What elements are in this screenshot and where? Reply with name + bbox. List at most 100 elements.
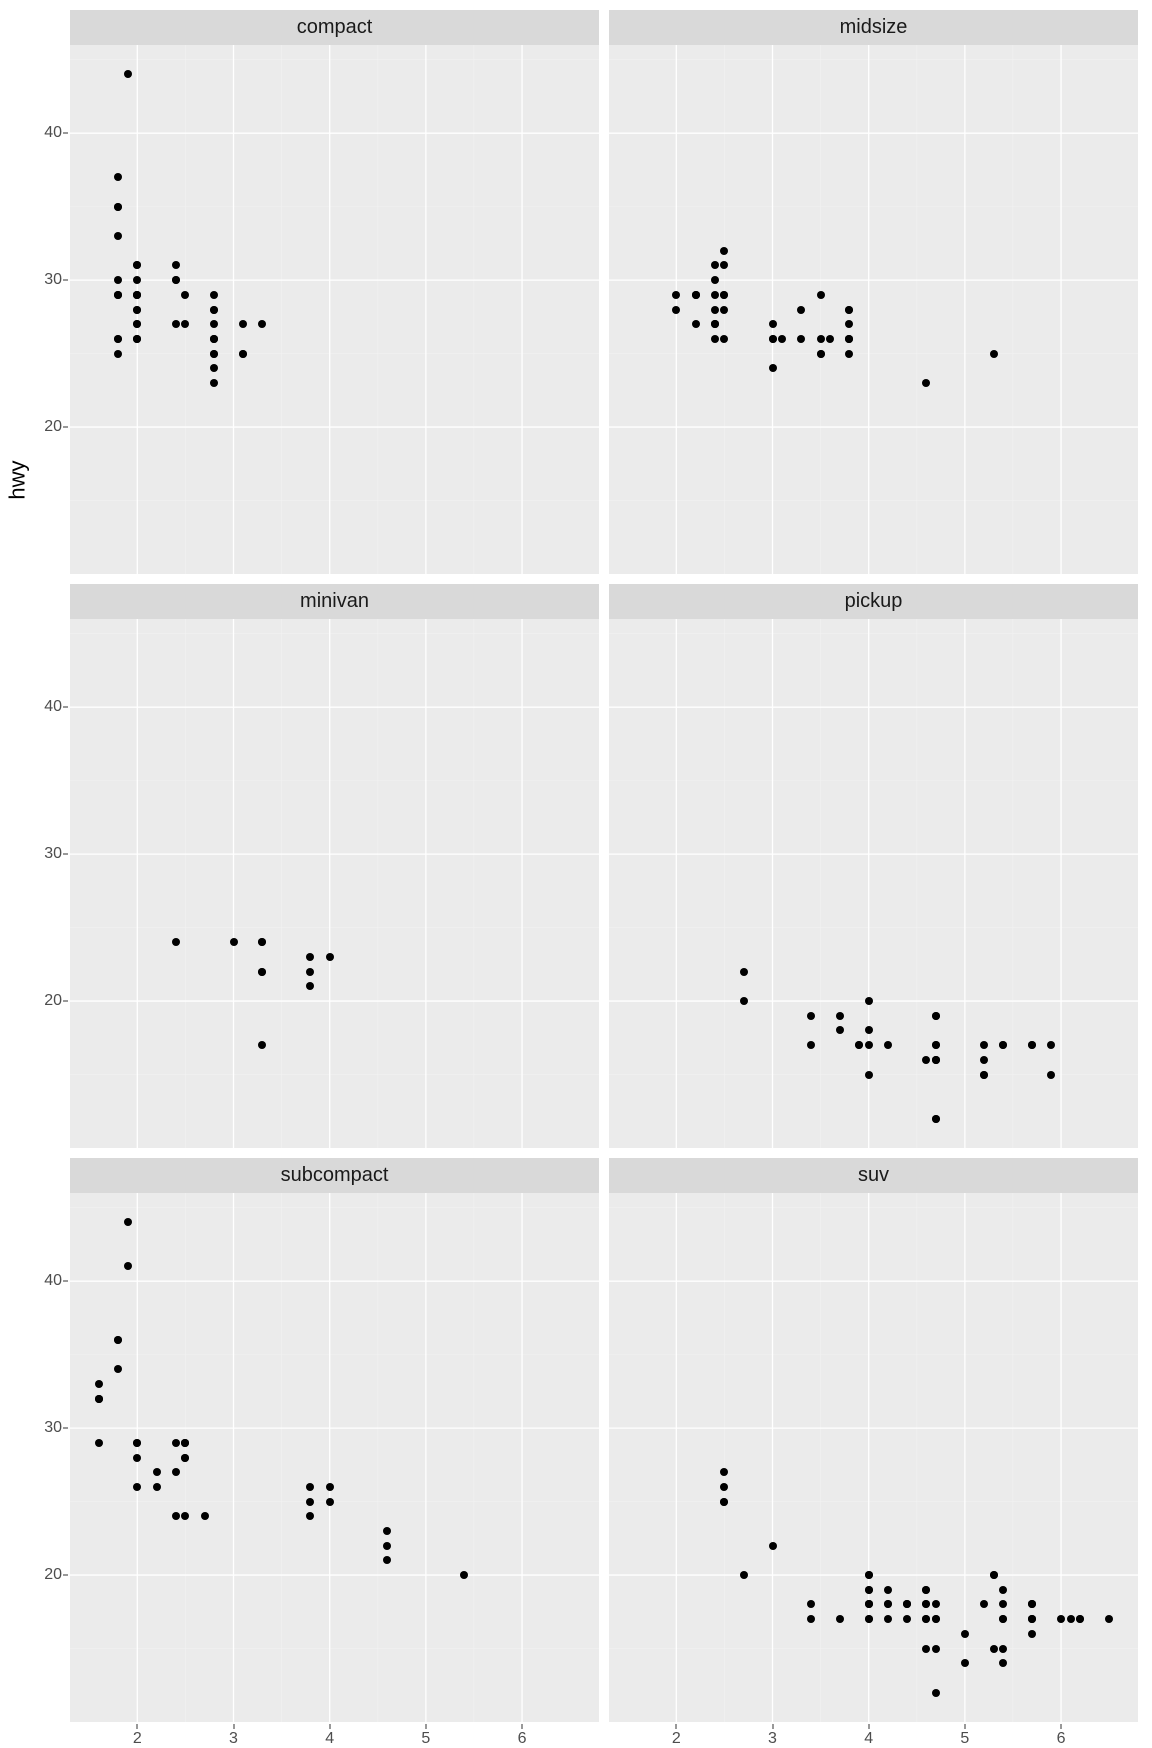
data-point xyxy=(306,1498,314,1506)
data-point xyxy=(807,1012,815,1020)
data-point xyxy=(999,1659,1007,1667)
data-point xyxy=(865,1041,873,1049)
data-point xyxy=(258,938,266,946)
y-axis-label: hwy xyxy=(6,0,30,960)
x-tick-mark xyxy=(772,1724,773,1729)
y-tick-mark xyxy=(63,280,68,281)
data-point xyxy=(181,1454,189,1462)
data-point xyxy=(210,320,218,328)
data-point xyxy=(230,938,238,946)
facet-panel: 23456 xyxy=(609,1193,1138,1722)
data-point xyxy=(817,350,825,358)
data-point xyxy=(114,232,122,240)
data-point xyxy=(845,335,853,343)
x-tick-mark xyxy=(522,1724,523,1729)
x-tick-mark xyxy=(425,1724,426,1729)
data-point xyxy=(210,306,218,314)
data-point xyxy=(258,968,266,976)
data-point xyxy=(932,1056,940,1064)
facet-compact: compact203040 xyxy=(70,10,599,574)
data-point xyxy=(865,1615,873,1623)
data-point xyxy=(711,291,719,299)
data-point xyxy=(903,1600,911,1608)
y-tick-mark xyxy=(63,707,68,708)
data-point xyxy=(114,1365,122,1373)
data-point xyxy=(181,1439,189,1447)
y-ticks: 203040 xyxy=(30,45,68,574)
y-tick-label: 40 xyxy=(44,1272,62,1290)
data-point xyxy=(720,1468,728,1476)
data-point xyxy=(999,1586,1007,1594)
data-point xyxy=(932,1615,940,1623)
data-point xyxy=(124,1262,132,1270)
data-point xyxy=(865,1586,873,1594)
data-point xyxy=(133,320,141,328)
data-point xyxy=(961,1630,969,1638)
y-tick-label: 20 xyxy=(44,418,62,436)
y-tick-label: 20 xyxy=(44,1566,62,1584)
data-point xyxy=(845,306,853,314)
facet-strip: compact xyxy=(70,10,599,45)
data-point xyxy=(932,1012,940,1020)
data-point xyxy=(210,379,218,387)
data-point xyxy=(1067,1615,1075,1623)
data-point xyxy=(740,968,748,976)
data-point xyxy=(153,1483,161,1491)
data-point xyxy=(884,1586,892,1594)
y-tick-mark xyxy=(63,1575,68,1576)
facet-minivan: minivan203040 xyxy=(70,584,599,1148)
x-tick-mark xyxy=(329,1724,330,1729)
data-point xyxy=(797,335,805,343)
data-point xyxy=(153,1468,161,1476)
data-point xyxy=(932,1041,940,1049)
points-layer xyxy=(609,45,1138,574)
x-tick-label: 2 xyxy=(133,1730,142,1748)
data-point xyxy=(124,70,132,78)
facet-subcompact: subcompact20304023456 xyxy=(70,1158,599,1722)
data-point xyxy=(922,379,930,387)
data-point xyxy=(961,1659,969,1667)
data-point xyxy=(932,1689,940,1697)
data-point xyxy=(172,1468,180,1476)
data-point xyxy=(884,1600,892,1608)
data-point xyxy=(845,350,853,358)
x-tick-label: 5 xyxy=(960,1730,969,1748)
data-point xyxy=(769,320,777,328)
data-point xyxy=(836,1615,844,1623)
data-point xyxy=(1028,1615,1036,1623)
data-point xyxy=(884,1615,892,1623)
data-point xyxy=(114,173,122,181)
data-point xyxy=(711,335,719,343)
data-point xyxy=(778,335,786,343)
data-point xyxy=(817,291,825,299)
data-point xyxy=(172,938,180,946)
data-point xyxy=(922,1645,930,1653)
y-tick-mark xyxy=(63,427,68,428)
x-tick-label: 4 xyxy=(325,1730,334,1748)
data-point xyxy=(1047,1071,1055,1079)
data-point xyxy=(172,261,180,269)
data-point xyxy=(1028,1600,1036,1608)
data-point xyxy=(692,291,700,299)
data-point xyxy=(922,1586,930,1594)
data-point xyxy=(95,1395,103,1403)
data-point xyxy=(1028,1041,1036,1049)
x-tick-label: 2 xyxy=(672,1730,681,1748)
data-point xyxy=(884,1041,892,1049)
x-tick-label: 6 xyxy=(1057,1730,1066,1748)
facet-panel xyxy=(609,45,1138,574)
x-tick-mark xyxy=(233,1724,234,1729)
x-tick-label: 5 xyxy=(421,1730,430,1748)
facet-strip: minivan xyxy=(70,584,599,619)
data-point xyxy=(922,1600,930,1608)
data-point xyxy=(980,1071,988,1079)
data-point xyxy=(711,320,719,328)
data-point xyxy=(865,1571,873,1579)
x-tick-label: 6 xyxy=(518,1730,527,1748)
data-point xyxy=(95,1439,103,1447)
data-point xyxy=(740,1571,748,1579)
data-point xyxy=(932,1115,940,1123)
data-point xyxy=(769,1542,777,1550)
data-point xyxy=(922,1056,930,1064)
facet-panel xyxy=(609,619,1138,1148)
